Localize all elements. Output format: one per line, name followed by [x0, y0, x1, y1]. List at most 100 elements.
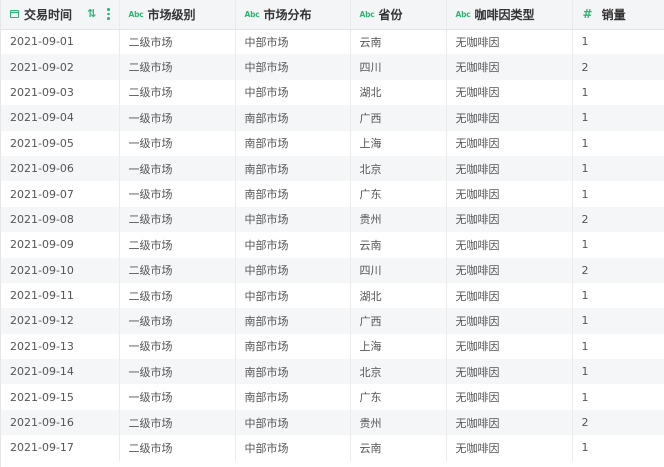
- cell-sales[interactable]: 1: [572, 308, 664, 334]
- cell-market-level[interactable]: 一级市场: [119, 359, 236, 385]
- column-header-trade-time[interactable]: 交易时间 ⇅: [1, 0, 120, 30]
- table-row[interactable]: 2021-09-03 二级市场 中部市场 湖北 无咖啡因 1: [1, 79, 664, 106]
- cell-trade-time[interactable]: 2021-09-14: [1, 359, 120, 385]
- cell-market-level[interactable]: 二级市场: [119, 409, 236, 436]
- table-row[interactable]: 2021-09-05 一级市场 南部市场 上海 无咖啡因 1: [1, 130, 664, 156]
- cell-caffeine-type[interactable]: 无咖啡因: [446, 29, 573, 55]
- cell-trade-time[interactable]: 2021-09-01: [1, 29, 120, 55]
- cell-sales[interactable]: 1: [572, 282, 664, 309]
- cell-sales[interactable]: 1: [572, 232, 664, 258]
- cell-sales[interactable]: 2: [572, 54, 664, 80]
- cell-market-distribution[interactable]: 中部市场: [235, 282, 351, 309]
- cell-trade-time[interactable]: 2021-09-12: [1, 308, 120, 334]
- table-row[interactable]: 2021-09-13 一级市场 南部市场 上海 无咖啡因 1: [1, 333, 664, 360]
- cell-caffeine-type[interactable]: 无咖啡因: [446, 257, 573, 283]
- cell-caffeine-type[interactable]: 无咖啡因: [446, 333, 573, 360]
- cell-sales[interactable]: 1: [572, 384, 664, 410]
- cell-market-level[interactable]: 一级市场: [119, 105, 236, 131]
- more-options-icon[interactable]: [106, 8, 112, 20]
- column-header-province[interactable]: Abc 省份: [350, 0, 447, 30]
- table-row[interactable]: 2021-09-16 二级市场 中部市场 贵州 无咖啡因 2: [1, 409, 664, 436]
- cell-trade-time[interactable]: 2021-09-02: [1, 54, 120, 80]
- cell-market-distribution[interactable]: 南部市场: [235, 105, 351, 131]
- cell-province[interactable]: 贵州: [350, 206, 447, 233]
- cell-caffeine-type[interactable]: 无咖啡因: [446, 181, 573, 207]
- cell-market-distribution[interactable]: 中部市场: [235, 79, 351, 106]
- column-header-market-distribution[interactable]: Abc 市场分布: [235, 0, 351, 30]
- cell-caffeine-type[interactable]: 无咖啡因: [446, 359, 573, 385]
- cell-sales[interactable]: 1: [572, 79, 664, 106]
- cell-trade-time[interactable]: 2021-09-15: [1, 384, 120, 410]
- cell-province[interactable]: 广西: [350, 308, 447, 334]
- cell-caffeine-type[interactable]: 无咖啡因: [446, 54, 573, 80]
- cell-trade-time[interactable]: 2021-09-06: [1, 155, 120, 182]
- cell-market-distribution[interactable]: 中部市场: [235, 435, 351, 461]
- cell-caffeine-type[interactable]: 无咖啡因: [446, 105, 573, 131]
- cell-sales[interactable]: 2: [572, 257, 664, 283]
- cell-market-distribution[interactable]: 中部市场: [235, 409, 351, 436]
- cell-sales[interactable]: 2: [572, 206, 664, 233]
- cell-trade-time[interactable]: 2021-09-13: [1, 333, 120, 360]
- cell-province[interactable]: 上海: [350, 333, 447, 360]
- cell-market-level[interactable]: 二级市场: [119, 435, 236, 461]
- cell-trade-time[interactable]: 2021-09-07: [1, 181, 120, 207]
- cell-province[interactable]: 湖北: [350, 282, 447, 309]
- cell-province[interactable]: 云南: [350, 29, 447, 55]
- cell-province[interactable]: 四川: [350, 54, 447, 80]
- cell-market-distribution[interactable]: 中部市场: [235, 206, 351, 233]
- table-row[interactable]: 2021-09-01 二级市场 中部市场 云南 无咖啡因 1: [1, 29, 664, 55]
- cell-trade-time[interactable]: 2021-09-17: [1, 435, 120, 461]
- cell-market-distribution[interactable]: 南部市场: [235, 130, 351, 156]
- cell-market-distribution[interactable]: 南部市场: [235, 333, 351, 360]
- cell-market-level[interactable]: 二级市场: [119, 29, 236, 55]
- cell-market-distribution[interactable]: 南部市场: [235, 155, 351, 182]
- cell-province[interactable]: 贵州: [350, 409, 447, 436]
- cell-province[interactable]: 四川: [350, 257, 447, 283]
- cell-caffeine-type[interactable]: 无咖啡因: [446, 232, 573, 258]
- cell-sales[interactable]: 2: [572, 409, 664, 436]
- cell-market-level[interactable]: 一级市场: [119, 181, 236, 207]
- cell-sales[interactable]: 1: [572, 105, 664, 131]
- cell-caffeine-type[interactable]: 无咖啡因: [446, 409, 573, 436]
- cell-trade-time[interactable]: 2021-09-04: [1, 105, 120, 131]
- cell-sales[interactable]: 1: [572, 29, 664, 55]
- cell-market-distribution[interactable]: 中部市场: [235, 232, 351, 258]
- cell-trade-time[interactable]: 2021-09-05: [1, 130, 120, 156]
- table-row[interactable]: 2021-09-06 一级市场 南部市场 北京 无咖啡因 1: [1, 155, 664, 182]
- cell-sales[interactable]: 1: [572, 333, 664, 360]
- cell-market-level[interactable]: 一级市场: [119, 155, 236, 182]
- cell-caffeine-type[interactable]: 无咖啡因: [446, 384, 573, 410]
- cell-province[interactable]: 上海: [350, 130, 447, 156]
- cell-caffeine-type[interactable]: 无咖啡因: [446, 282, 573, 309]
- table-row[interactable]: 2021-09-10 二级市场 中部市场 四川 无咖啡因 2: [1, 257, 664, 283]
- cell-market-distribution[interactable]: 中部市场: [235, 29, 351, 55]
- cell-trade-time[interactable]: 2021-09-08: [1, 206, 120, 233]
- cell-sales[interactable]: 1: [572, 181, 664, 207]
- cell-market-level[interactable]: 二级市场: [119, 257, 236, 283]
- cell-province[interactable]: 云南: [350, 435, 447, 461]
- cell-province[interactable]: 湖北: [350, 79, 447, 106]
- cell-caffeine-type[interactable]: 无咖啡因: [446, 79, 573, 106]
- cell-market-level[interactable]: 一级市场: [119, 308, 236, 334]
- table-row[interactable]: 2021-09-04 一级市场 南部市场 广西 无咖啡因 1: [1, 105, 664, 131]
- cell-province[interactable]: 北京: [350, 155, 447, 182]
- cell-market-level[interactable]: 一级市场: [119, 130, 236, 156]
- cell-market-level[interactable]: 二级市场: [119, 79, 236, 106]
- column-header-caffeine-type[interactable]: Abc 咖啡因类型: [446, 0, 573, 30]
- cell-market-distribution[interactable]: 南部市场: [235, 308, 351, 334]
- cell-caffeine-type[interactable]: 无咖啡因: [446, 308, 573, 334]
- sort-icon[interactable]: ⇅: [87, 8, 99, 20]
- cell-market-level[interactable]: 二级市场: [119, 54, 236, 80]
- table-row[interactable]: 2021-09-08 二级市场 中部市场 贵州 无咖啡因 2: [1, 206, 664, 233]
- table-row[interactable]: 2021-09-12 一级市场 南部市场 广西 无咖啡因 1: [1, 308, 664, 334]
- table-row[interactable]: 2021-09-09 二级市场 中部市场 云南 无咖啡因 1: [1, 232, 664, 258]
- cell-caffeine-type[interactable]: 无咖啡因: [446, 435, 573, 461]
- cell-province[interactable]: 广东: [350, 384, 447, 410]
- cell-market-level[interactable]: 二级市场: [119, 232, 236, 258]
- cell-trade-time[interactable]: 2021-09-16: [1, 409, 120, 436]
- cell-sales[interactable]: 1: [572, 130, 664, 156]
- cell-trade-time[interactable]: 2021-09-10: [1, 257, 120, 283]
- table-row[interactable]: 2021-09-17 二级市场 中部市场 云南 无咖啡因 1: [1, 435, 664, 461]
- cell-province[interactable]: 云南: [350, 232, 447, 258]
- cell-market-distribution[interactable]: 中部市场: [235, 257, 351, 283]
